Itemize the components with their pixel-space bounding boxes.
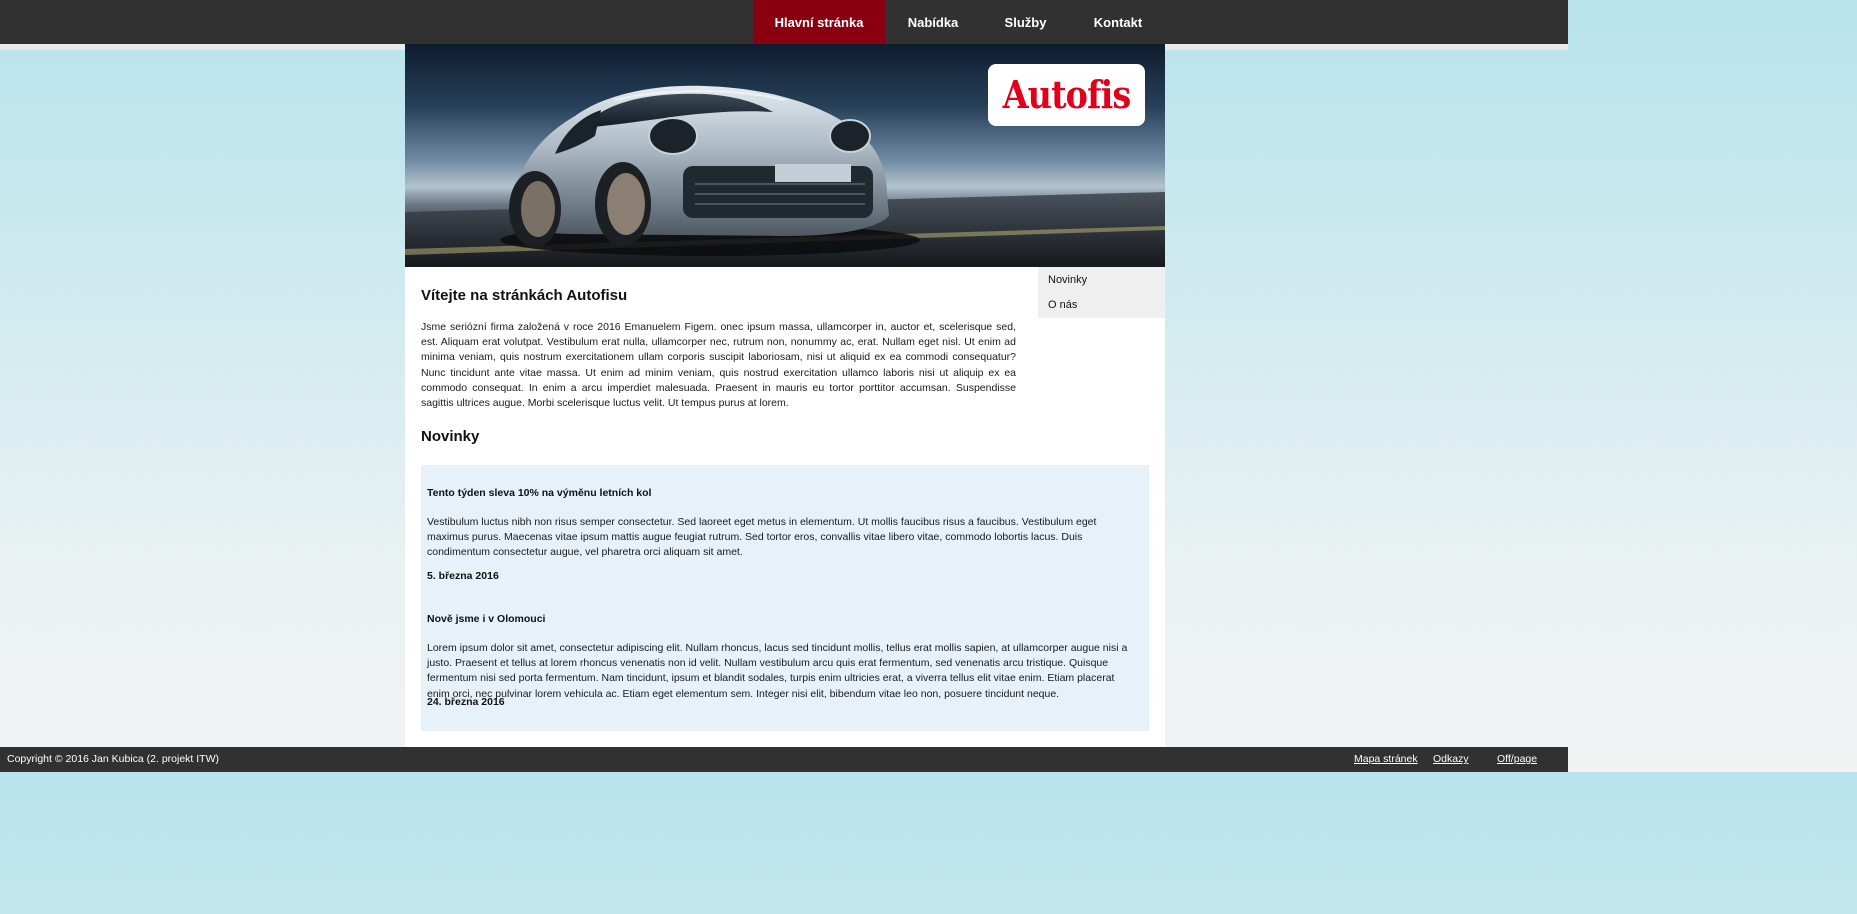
page-footer: Copyright © 2016 Jan Kubica (2. projekt … [0, 747, 1568, 772]
news-list: Tento týden sleva 10% na výměnu letních … [421, 465, 1149, 731]
footer-link-offpage[interactable]: Off/page [1497, 747, 1537, 772]
footer-link-links[interactable]: Odkazy [1433, 747, 1469, 772]
sidebar-item-about[interactable]: O nás [1038, 292, 1165, 317]
nav-item-offer[interactable]: Nabídka [885, 0, 981, 44]
footer-link-sitemap[interactable]: Mapa stránek [1354, 747, 1418, 772]
news-body: Lorem ipsum dolor sit amet, consectetur … [427, 642, 1128, 700]
nav-item-services[interactable]: Služby [981, 0, 1070, 44]
page-title: Vítejte na stránkách Autofisu [421, 287, 628, 304]
sidebar-item-news[interactable]: Novinky [1038, 267, 1165, 292]
news-date: 5. března 2016 [427, 570, 499, 582]
news-body: Vestibulum luctus nibh non risus semper … [427, 516, 1097, 559]
intro-paragraph: Jsme seriózní firma založená v roce 2016… [421, 321, 1016, 410]
page-container: Autofis Novinky O nás Vítejte na stránká… [405, 44, 1165, 747]
header-banner: Autofis [405, 44, 1165, 267]
logo-text: Autofis [1002, 72, 1132, 117]
news-title: Nově jsme i v Olomouci [427, 613, 546, 625]
copyright-text: Copyright © 2016 Jan Kubica (2. projekt … [7, 753, 219, 765]
nav-item-home[interactable]: Hlavní stránka [753, 0, 885, 44]
news-title: Tento týden sleva 10% na výměnu letních … [427, 487, 652, 499]
sidebar-menu: Novinky O nás [1038, 267, 1165, 318]
main-navigation: Hlavní stránka Nabídka Služby Kontakt [753, 0, 1166, 44]
news-date: 24. března 2016 [427, 696, 505, 708]
logo[interactable]: Autofis [988, 64, 1145, 126]
news-heading: Novinky [421, 428, 480, 445]
nav-item-contact[interactable]: Kontakt [1070, 0, 1166, 44]
